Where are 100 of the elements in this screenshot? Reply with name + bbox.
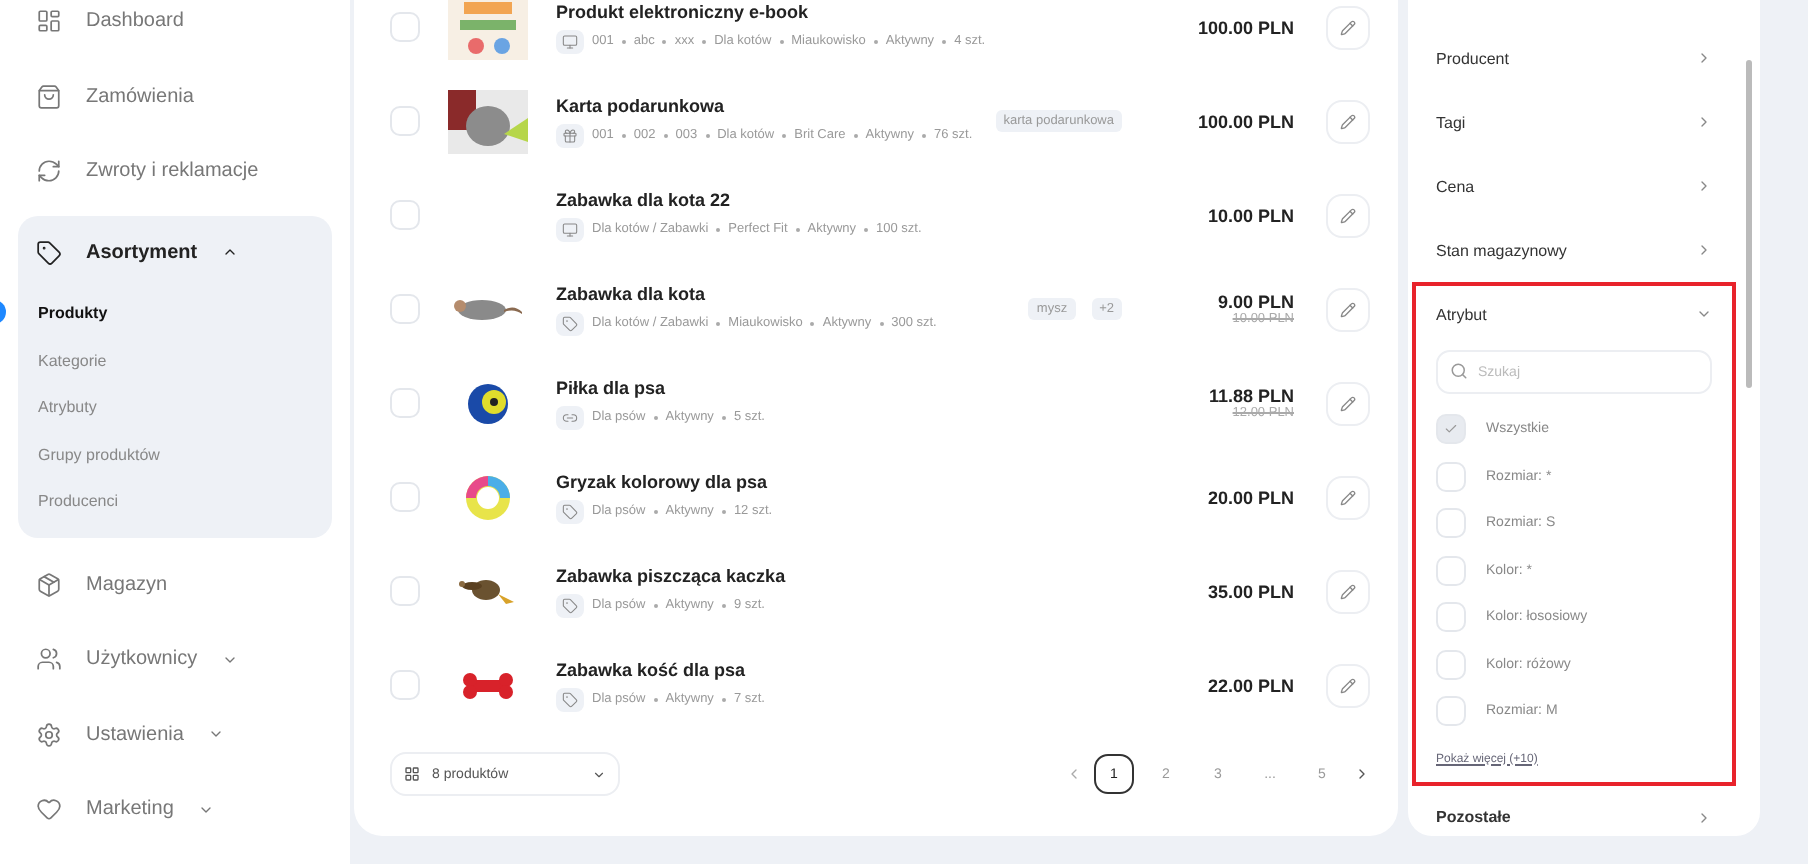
chevron-right-icon [1696, 114, 1712, 130]
row-checkbox[interactable] [390, 482, 420, 512]
monitor-icon [556, 217, 584, 241]
separator-dot [873, 39, 878, 43]
edit-button[interactable] [1326, 475, 1370, 519]
option-checkbox[interactable] [1436, 696, 1466, 727]
separator-dot [864, 227, 868, 231]
product-name: Produkt elektroniczny e-book [556, 1, 809, 21]
edit-button[interactable] [1326, 193, 1370, 237]
separator-dot [779, 39, 784, 43]
option-checkbox[interactable] [1436, 555, 1466, 586]
separator-dot [702, 39, 707, 43]
filter-section-header[interactable]: Producent [1436, 30, 1712, 86]
product-price: 20.00 PLN [1207, 487, 1294, 507]
separator-dot [621, 39, 626, 43]
product-name: Zabawka kość dla psa [556, 659, 746, 679]
next-page-icon[interactable] [1354, 766, 1370, 782]
bag-icon [36, 83, 62, 110]
option-checkbox[interactable] [1436, 508, 1466, 539]
row-checkbox[interactable] [390, 294, 420, 324]
row-checkbox[interactable] [390, 106, 420, 136]
filter-section-header[interactable]: Stan magazynowy [1436, 222, 1712, 278]
nav-subitem[interactable]: Grupy produktów [18, 431, 332, 478]
previous-page-icon[interactable] [1066, 766, 1082, 782]
separator-dot [662, 39, 667, 43]
nav-item[interactable]: Marketing [18, 772, 332, 847]
tag-icon [556, 593, 584, 617]
separator-dot [721, 603, 726, 607]
nav-subitem[interactable]: Producenci [18, 478, 332, 525]
edit-button[interactable] [1326, 569, 1370, 613]
pencil-icon [1340, 395, 1356, 411]
filter-section-header[interactable]: Pozostałe [1436, 789, 1712, 845]
check-icon [1444, 422, 1458, 437]
nav-item[interactable]: Asortyment [18, 215, 332, 290]
filter-section-header[interactable]: Cena [1436, 158, 1712, 214]
monitor-icon [556, 29, 584, 53]
pencil-icon [1340, 583, 1356, 599]
chevron-right-icon [1696, 809, 1712, 825]
nav-item[interactable]: Zwroty i reklamacje [18, 134, 332, 209]
tag-icon [556, 499, 584, 523]
row-checkbox[interactable] [390, 670, 420, 700]
nav-item[interactable]: Ustawienia [18, 697, 332, 772]
product-name: Zabawka piszcząca kaczka [556, 565, 786, 585]
nav-item[interactable]: Dashboard [18, 0, 332, 59]
row-checkbox[interactable] [390, 200, 420, 230]
gift-icon [556, 123, 584, 147]
product-name: Piłka dla psa [556, 377, 666, 397]
product-price: 9.00 PLN [1217, 292, 1294, 312]
option-checkbox[interactable] [1436, 414, 1466, 445]
separator-dot [810, 321, 815, 325]
edit-button[interactable] [1326, 99, 1370, 143]
separator-dot [653, 509, 658, 513]
nav-item[interactable]: Magazyn [18, 547, 332, 622]
chevron-down-icon [592, 767, 606, 781]
product-price: 100.00 PLN [1197, 111, 1294, 131]
dashboard-icon [36, 8, 62, 35]
filter-section-header[interactable]: Tagi [1436, 94, 1712, 150]
separator-dot [653, 697, 658, 701]
chevron-right-icon [1696, 242, 1712, 258]
filter-section-header[interactable]: Atrybut [1436, 286, 1712, 342]
product-price: 100.00 PLN [1197, 17, 1294, 37]
users-icon [36, 646, 62, 673]
nav-subitem[interactable]: Atrybuty [18, 384, 332, 431]
separator-dot [721, 697, 726, 701]
separator-dot [795, 227, 800, 231]
chevron-down-icon [1696, 306, 1712, 322]
nav-subitem[interactable]: Produkty [18, 290, 332, 337]
separator-dot [705, 133, 710, 137]
product-price: 35.00 PLN [1207, 581, 1294, 601]
edit-button[interactable] [1326, 5, 1370, 49]
separator-dot [621, 133, 626, 137]
separator-dot [721, 509, 726, 513]
separator-dot [653, 603, 658, 607]
product-name: Karta podarunkowa [556, 95, 725, 115]
pencil-icon [1340, 19, 1356, 35]
row-checkbox[interactable] [390, 576, 420, 606]
option-checkbox[interactable] [1436, 602, 1466, 633]
tag-icon [556, 311, 584, 335]
edit-button[interactable] [1326, 381, 1370, 425]
separator-dot [782, 133, 787, 137]
separator-dot [942, 39, 947, 43]
product-price: 10.00 PLN [1207, 205, 1294, 225]
nav-item[interactable]: Zamówienia [18, 59, 332, 134]
option-checkbox[interactable] [1436, 649, 1466, 680]
nav-item[interactable]: Użytkownicy [18, 622, 332, 697]
option-checkbox[interactable] [1436, 461, 1466, 492]
heart-icon [36, 796, 62, 823]
tag-icon [556, 687, 584, 711]
edit-button[interactable] [1326, 663, 1370, 707]
pencil-icon [1340, 301, 1356, 317]
link-icon [556, 405, 584, 429]
separator-dot [879, 321, 884, 325]
nav-subitem[interactable]: Kategorie [18, 337, 332, 384]
chevron-right-icon [1696, 50, 1712, 66]
pencil-icon [1340, 489, 1356, 505]
row-checkbox[interactable] [390, 12, 420, 42]
row-checkbox[interactable] [390, 388, 420, 418]
edit-button[interactable] [1326, 287, 1370, 331]
separator-dot [716, 227, 721, 231]
product-price: 22.00 PLN [1207, 675, 1294, 695]
